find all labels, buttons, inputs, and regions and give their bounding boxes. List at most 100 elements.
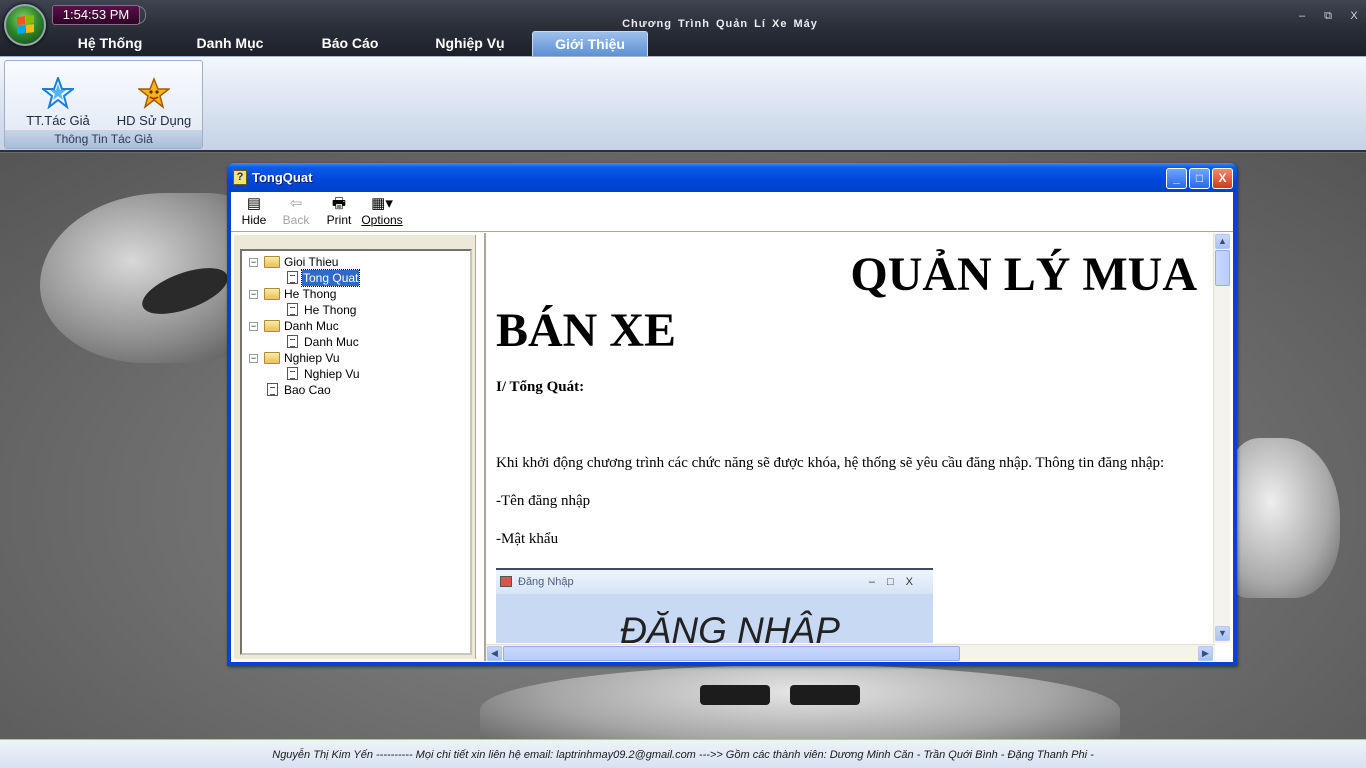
hide-pane-icon: ▤ <box>246 195 262 212</box>
folder-open-icon <box>264 320 280 332</box>
intro-paragraph: Khi khởi động chương trình các chức năng… <box>496 455 1165 471</box>
ribbon-group-author-info: TT.Tác Giả HD Sử Dụng Thông Tin Tác Giả <box>4 60 203 149</box>
tree-node-gioi-thieu[interactable]: − Gioi Thieu <box>242 254 470 270</box>
help-maximize-button[interactable]: □ <box>1189 168 1210 189</box>
vertical-scrollbar[interactable]: ▲ ▼ <box>1213 233 1230 643</box>
tab-bao-cao[interactable]: Báo Cáo <box>290 31 410 56</box>
collapse-icon[interactable]: − <box>249 258 258 267</box>
hide-label: Hide <box>241 213 267 227</box>
topic-content-pane: QUẢN LÝ MUA BÁN XE I/ Tổng Quát: Khi khở… <box>484 233 1230 661</box>
restore-button[interactable]: ⧉ <box>1322 10 1334 23</box>
login-screenshot-controls: –□X <box>868 576 925 588</box>
help-window-title: TongQuat <box>252 170 313 185</box>
topic-heading-line1: QUẢN LÝ MUA <box>850 248 1197 301</box>
navigation-pane: − Gioi Thieu Tong Quat − He Thong He Tho… <box>234 235 476 659</box>
car-image-right <box>1225 438 1340 598</box>
user-guide-button[interactable]: HD Sử Dụng <box>111 77 197 128</box>
vertical-scroll-thumb[interactable] <box>1215 250 1230 286</box>
help-window: ? TongQuat _ □ X ▤ Hide ⇦ Back 🖶 Print ▦… <box>227 163 1237 666</box>
collapse-icon[interactable]: − <box>249 322 258 331</box>
collapse-icon[interactable]: − <box>249 354 258 363</box>
collapse-icon[interactable]: − <box>249 290 258 299</box>
tree-label: He Thong <box>304 303 357 317</box>
help-window-body: ▤ Hide ⇦ Back 🖶 Print ▦▾ Options − Gioi … <box>231 192 1233 662</box>
scroll-up-arrow-icon[interactable]: ▲ <box>1215 234 1230 249</box>
user-guide-label: HD Sử Dụng <box>116 113 192 128</box>
page-icon <box>267 383 278 396</box>
windows-logo-icon <box>17 15 35 35</box>
ribbon-group-label: Thông Tin Tác Giả <box>5 130 202 148</box>
blue-star-icon <box>42 77 74 109</box>
hide-button[interactable]: ▤ Hide <box>231 195 277 227</box>
page-icon <box>287 335 298 348</box>
tree-label: Danh Muc <box>304 335 359 349</box>
car-grille-left <box>700 685 770 705</box>
tree-node-danh-muc[interactable]: − Danh Muc <box>242 318 470 334</box>
tree-label: Nghiep Vu <box>304 367 360 381</box>
status-bar: Nguyễn Thị Kim Yến ---------- Mọi chi ti… <box>0 739 1366 768</box>
application-menu-orb[interactable] <box>4 4 46 46</box>
login-screenshot-heading: ĐĂNG NHẬP <box>620 610 840 643</box>
tab-he-thong[interactable]: Hệ Thống <box>50 31 170 56</box>
back-button[interactable]: ⇦ Back <box>273 195 319 227</box>
back-label: Back <box>282 213 310 227</box>
folder-open-icon <box>264 352 280 364</box>
ribbon: TT.Tác Giả HD Sử Dụng Thông Tin Tác Giả <box>0 56 1366 152</box>
section-heading: I/ Tổng Quát: <box>496 379 585 395</box>
tree-label: He Thong <box>284 287 337 301</box>
tree-label: Danh Muc <box>284 319 339 333</box>
clock: 1:54:53 PM <box>52 5 140 25</box>
minimize-button[interactable]: – <box>1296 10 1308 23</box>
gold-star-icon <box>138 77 170 109</box>
tree-node-he-thong[interactable]: − He Thong <box>242 286 470 302</box>
help-minimize-button[interactable]: _ <box>1166 168 1187 189</box>
printer-icon: 🖶 <box>331 195 347 212</box>
tree-node-nghiep-vu[interactable]: − Nghiep Vu <box>242 350 470 366</box>
tab-danh-muc[interactable]: Danh Mục <box>170 31 290 56</box>
help-window-titlebar[interactable]: ? TongQuat _ □ X <box>227 163 1237 192</box>
scroll-down-arrow-icon[interactable]: ▼ <box>1215 626 1230 641</box>
author-info-button[interactable]: TT.Tác Giả <box>15 77 101 128</box>
login-screenshot-titlebar: Đăng Nhập –□X <box>496 570 933 594</box>
options-label: Options <box>361 213 403 227</box>
clock-tail <box>138 6 146 24</box>
tree-node-bao-cao[interactable]: Bao Cao <box>242 382 470 398</box>
author-info-label: TT.Tác Giả <box>26 113 90 128</box>
tree-node-danh-muc-page[interactable]: Danh Muc <box>242 334 470 350</box>
horizontal-scrollbar[interactable]: ◀ ▶ <box>486 644 1215 661</box>
help-window-controls: _ □ X <box>1166 168 1233 189</box>
options-icon: ▦▾ <box>371 195 393 212</box>
list-item-username: -Tên đăng nhập <box>496 493 591 509</box>
tree-label: Tong Quat <box>300 269 361 287</box>
login-screenshot-title: Đăng Nhập <box>518 576 574 588</box>
help-question-icon: ? <box>233 170 247 185</box>
print-label: Print <box>326 213 352 227</box>
scroll-left-arrow-icon[interactable]: ◀ <box>487 646 502 661</box>
horizontal-scroll-thumb[interactable] <box>503 646 960 661</box>
page-icon <box>287 367 298 380</box>
tree-label: Gioi Thieu <box>284 255 339 269</box>
login-screenshot-image: Đăng Nhập –□X ĐĂNG NHẬP <box>496 568 933 643</box>
back-arrow-icon: ⇦ <box>289 195 303 212</box>
close-button[interactable]: X <box>1348 10 1360 23</box>
print-button[interactable]: 🖶 Print <box>316 195 362 227</box>
tab-nghiep-vu[interactable]: Nghiệp Vụ <box>410 31 530 56</box>
folder-open-icon <box>264 256 280 268</box>
app-title: Chương Trình Quản Lí Xe Máy <box>622 18 818 30</box>
tree-node-he-thong-page[interactable]: He Thong <box>242 302 470 318</box>
tree-node-nghiep-vu-page[interactable]: Nghiep Vu <box>242 366 470 382</box>
help-close-button[interactable]: X <box>1212 168 1233 189</box>
page-icon <box>287 303 298 316</box>
topic-heading-line2: BÁN XE <box>496 304 677 357</box>
help-toolbar: ▤ Hide ⇦ Back 🖶 Print ▦▾ Options <box>231 192 1233 232</box>
options-button[interactable]: ▦▾ Options <box>359 195 405 227</box>
scroll-right-arrow-icon[interactable]: ▶ <box>1198 646 1213 661</box>
tree-label: Bao Cao <box>284 383 331 397</box>
folder-open-icon <box>264 288 280 300</box>
tree-label: Nghiep Vu <box>284 351 340 365</box>
topic-document: QUẢN LÝ MUA BÁN XE I/ Tổng Quát: Khi khở… <box>496 233 1212 643</box>
ribbon-tabs: Hệ Thống Danh Mục Báo Cáo Nghiệp Vụ Giới… <box>50 31 648 56</box>
title-bar: 1:54:53 PM Chương Trình Quản Lí Xe Máy –… <box>0 0 1366 56</box>
tab-gioi-thieu[interactable]: Giới Thiệu <box>532 31 648 56</box>
tree-node-tong-quat[interactable]: Tong Quat <box>242 269 470 287</box>
